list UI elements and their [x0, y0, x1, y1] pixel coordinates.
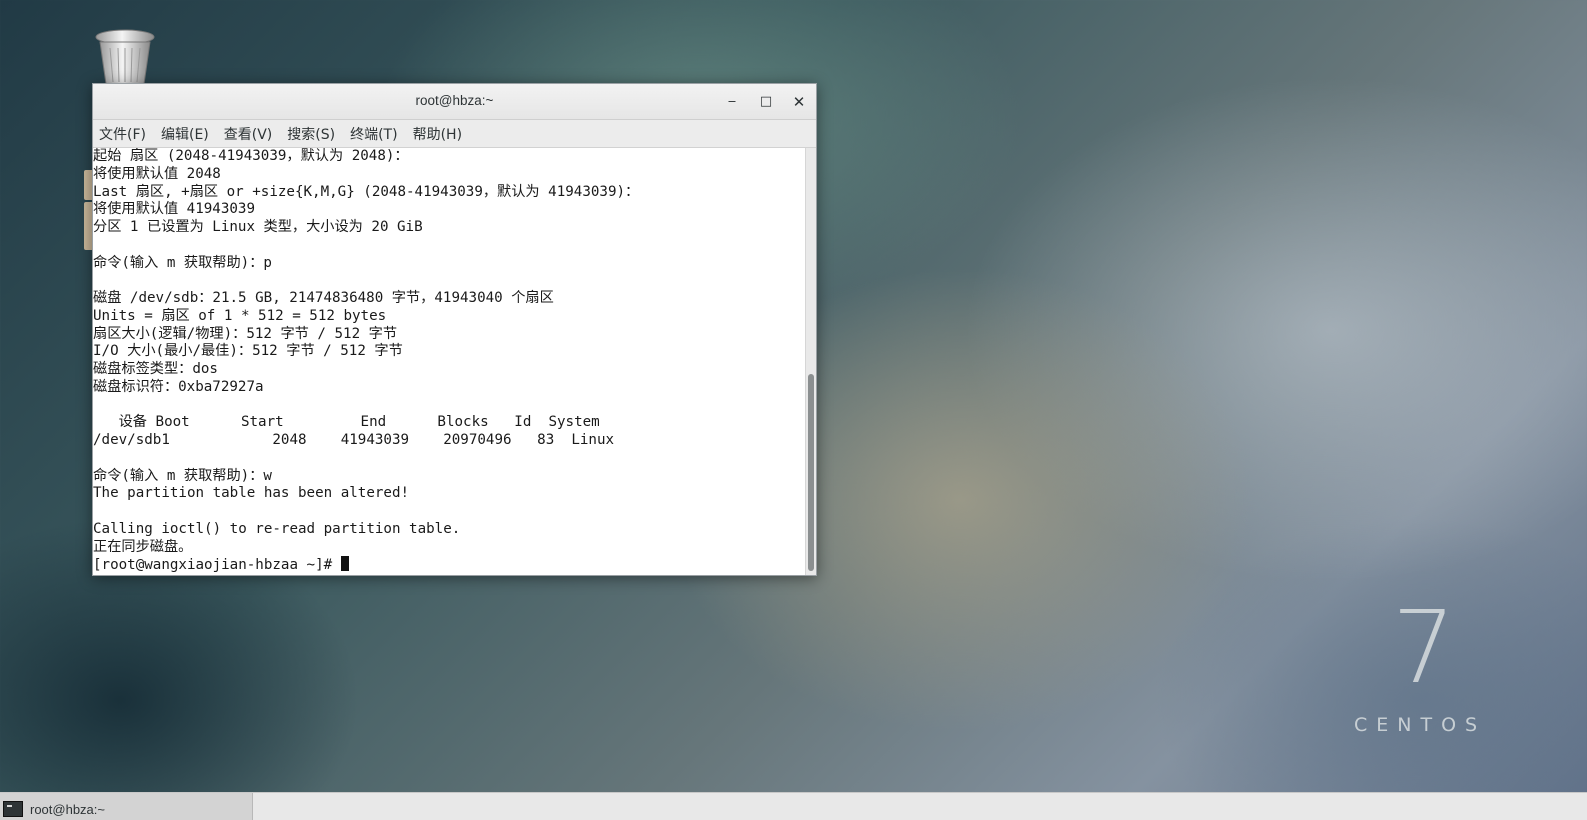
terminal-line: 将使用默认值 41943039	[93, 201, 255, 218]
menu-bar: 文件(F) 编辑(E) 查看(V) 搜索(S) 终端(T) 帮助(H)	[93, 120, 816, 148]
menu-edit[interactable]: 编辑(E)	[161, 122, 217, 146]
shell-prompt: [root@wangxiaojian-hbzaa ~]#	[93, 557, 341, 574]
terminal-line: 将使用默认值 2048	[93, 165, 221, 182]
close-button[interactable]: ✕	[788, 91, 810, 113]
scrollbar-thumb[interactable]	[808, 374, 814, 571]
terminal-line: 命令(输入 m 获取帮助)：w	[93, 467, 272, 484]
terminal-line: 命令(输入 m 获取帮助)：p	[93, 254, 272, 271]
terminal-window[interactable]: root@hbza:~ ‒ □ ✕ 文件(F) 编辑(E) 查看(V) 搜索(S…	[92, 83, 817, 576]
menu-help[interactable]: 帮助(H)	[413, 122, 470, 146]
terminal-line: 正在同步磁盘。	[93, 538, 193, 555]
menu-search[interactable]: 搜索(S)	[287, 122, 343, 146]
partition-table-row: /dev/sdb1 2048 41943039 20970496 83 Linu…	[93, 432, 615, 448]
terminal-line: Units = 扇区 of 1 * 512 = 512 bytes	[93, 307, 387, 324]
terminal-scrollbar[interactable]	[805, 148, 816, 575]
terminal-line: Last 扇区, +扇区 or +size{K,M,G} (2048-41943…	[93, 183, 640, 200]
terminal-line: 起始 扇区 (2048-41943039，默认为 2048)：	[93, 148, 409, 164]
partition-table-header: 设备 Boot Start End Blocks Id System	[93, 414, 600, 431]
taskbar: root@hbza:~	[0, 792, 1587, 820]
terminal-line: 磁盘标识符：0xba72927a	[93, 378, 264, 395]
window-title: root@hbza:~	[415, 93, 494, 108]
terminal-line: 磁盘 /dev/sdb：21.5 GB, 21474836480 字节，4194…	[93, 290, 554, 306]
taskbar-item-label: root@hbza:~	[30, 802, 105, 817]
centos-wordmark: CENTOS	[1354, 714, 1487, 736]
shell-prompt-line[interactable]: [root@wangxiaojian-hbzaa ~]#	[93, 556, 806, 574]
terminal-line: 分区 1 已设置为 Linux 类型，大小设为 20 GiB	[93, 219, 423, 235]
centos-version-logo: 7	[1392, 589, 1456, 706]
taskbar-item-terminal[interactable]: root@hbza:~	[0, 793, 253, 820]
menu-file[interactable]: 文件(F)	[99, 122, 154, 146]
trash-icon[interactable]	[94, 28, 156, 85]
menu-terminal[interactable]: 终端(T)	[350, 122, 405, 146]
maximize-button[interactable]: □	[755, 91, 777, 113]
text-cursor	[340, 556, 349, 572]
menu-view[interactable]: 查看(V)	[224, 122, 281, 146]
terminal-line: The partition table has been altered!	[93, 485, 410, 502]
terminal-line: 扇区大小(逻辑/物理)：512 字节 / 512 字节	[93, 325, 398, 342]
terminal-output[interactable]: 起始 扇区 (2048-41943039，默认为 2048)： 将使用默认值 2…	[93, 148, 806, 575]
terminal-line: Calling ioctl() to re-read partition tab…	[93, 520, 461, 537]
terminal-line: I/O 大小(最小/最佳)：512 字节 / 512 字节	[93, 343, 403, 360]
minimize-button[interactable]: ‒	[721, 91, 743, 113]
terminal-icon	[3, 801, 23, 817]
terminal-line: 磁盘标签类型：dos	[93, 361, 218, 377]
window-titlebar[interactable]: root@hbza:~ ‒ □ ✕	[93, 84, 816, 120]
